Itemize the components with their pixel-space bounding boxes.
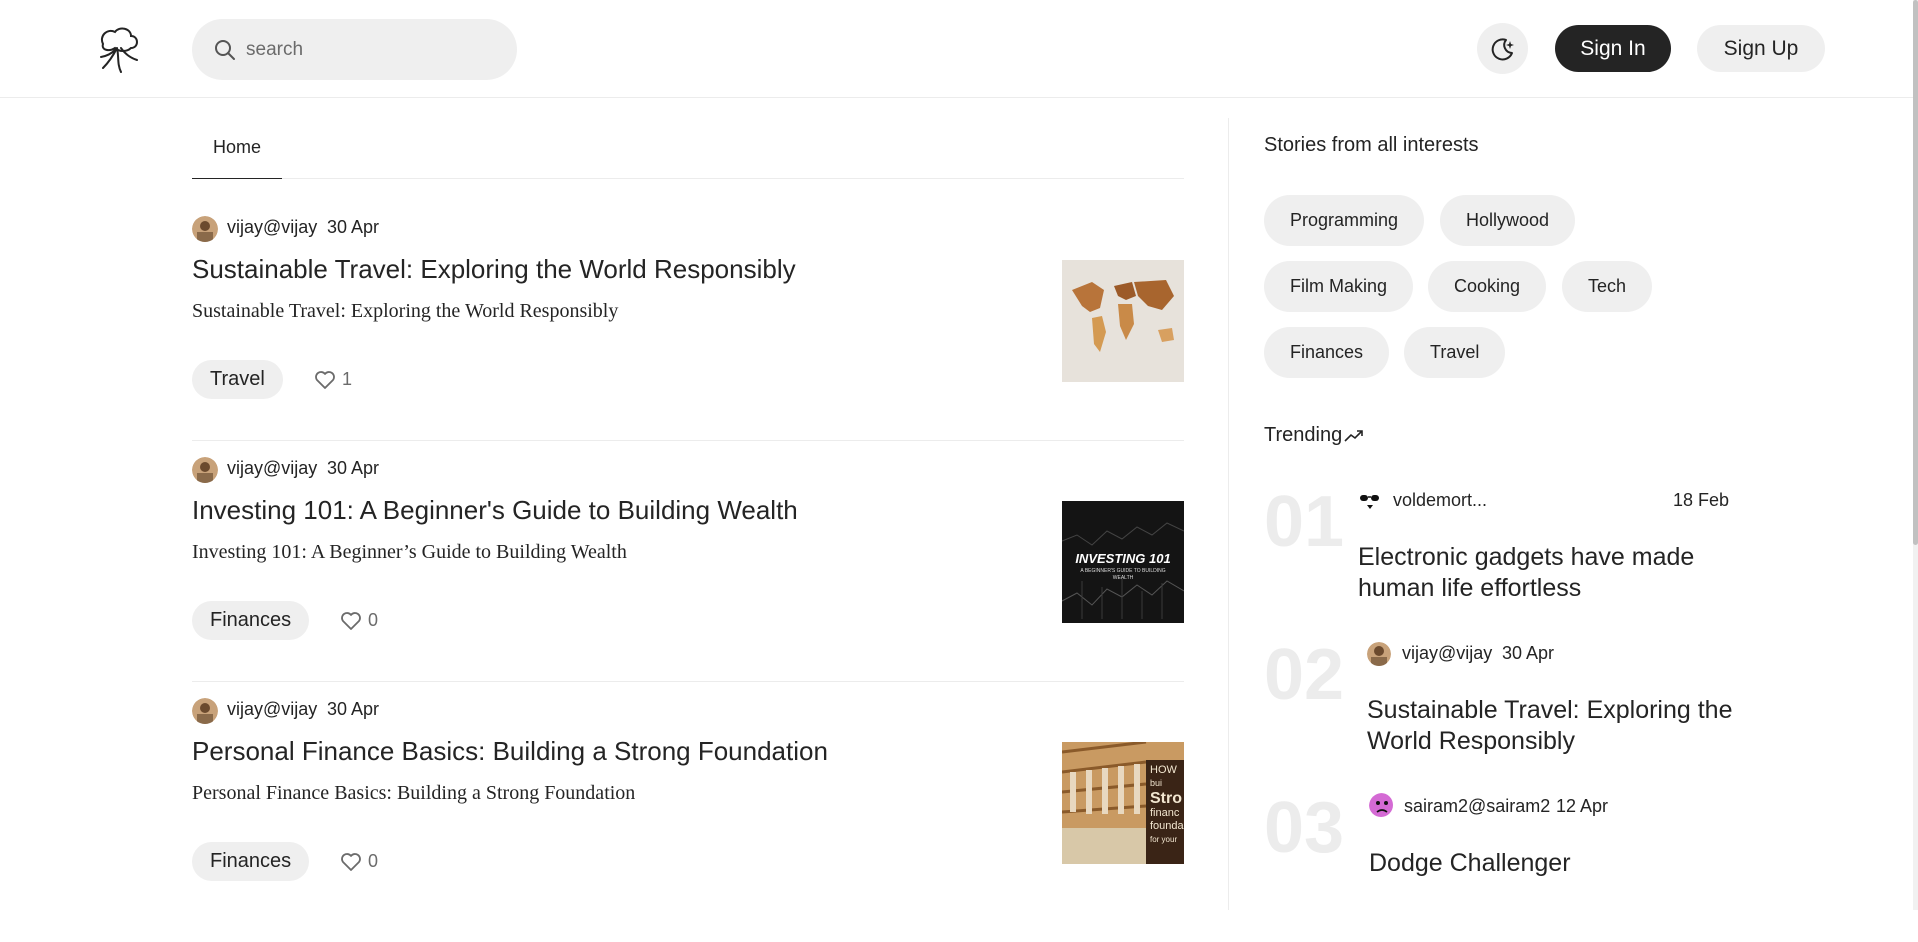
post-date: 30 Apr: [327, 217, 380, 237]
trending-author[interactable]: voldemort...: [1393, 490, 1487, 511]
trending-rank: 03: [1264, 788, 1345, 868]
interest-chip[interactable]: Film Making: [1264, 261, 1414, 312]
trending-author[interactable]: vijay@vijay: [1402, 643, 1492, 664]
post-tag[interactable]: Finances: [192, 601, 310, 640]
like-button[interactable]: 1: [314, 369, 352, 390]
heart-icon: [341, 611, 361, 630]
post-author[interactable]: vijay@vijay: [227, 217, 317, 238]
trending-date: 12 Apr: [1556, 796, 1609, 816]
trending-author[interactable]: sairam2@sairam2: [1404, 796, 1550, 817]
like-count: 0: [368, 851, 379, 871]
sidebar-divider: [1228, 118, 1229, 910]
like-count: 1: [342, 369, 353, 389]
world-map-image[interactable]: [1062, 260, 1184, 382]
top-header: Sign In Sign Up: [0, 0, 1918, 98]
thumb-subline: A BEGINNER'S GUIDE TO BUILDING WEALTH: [1080, 568, 1166, 581]
author-avatar: [192, 698, 218, 724]
like-button[interactable]: 0: [340, 610, 378, 631]
post-author[interactable]: vijay@vijay: [227, 699, 317, 720]
sign-in-button[interactable]: Sign In: [1555, 25, 1671, 72]
like-button[interactable]: 0: [340, 851, 378, 872]
interest-chip[interactable]: Programming: [1264, 195, 1425, 246]
trending-item[interactable]: 01 voldemort... 18 Feb Electronic gadget…: [1264, 486, 1734, 636]
theme-toggle-button[interactable]: [1477, 23, 1528, 74]
author-avatar: [192, 216, 218, 242]
search-input[interactable]: [244, 33, 498, 67]
author-avatar: [1369, 793, 1393, 817]
author-avatar: [1367, 642, 1391, 666]
interest-chip[interactable]: Cooking: [1428, 261, 1547, 312]
page-scrollbar[interactable]: [1913, 0, 1918, 910]
post-tag[interactable]: Finances: [192, 842, 310, 881]
trending-date: 18 Feb: [1673, 490, 1730, 510]
like-count: 0: [368, 610, 379, 630]
interest-chip[interactable]: Tech: [1562, 261, 1653, 312]
moon-icon: [1491, 38, 1514, 61]
search-box[interactable]: [192, 19, 517, 80]
trending-heading: Trending: [1264, 424, 1364, 447]
heart-icon: [315, 370, 335, 389]
investing-cover-image[interactable]: INVESTING 101 A BEGINNER'S GUIDE TO BUIL…: [1062, 501, 1184, 623]
trending-item[interactable]: 03 sairam2@sairam2 12 Apr Dodge Challeng…: [1264, 792, 1734, 942]
trending-rank: 01: [1264, 482, 1345, 562]
post-tag[interactable]: Travel: [192, 360, 283, 399]
interest-chip[interactable]: Finances: [1264, 327, 1390, 378]
post-date: 30 Apr: [327, 458, 380, 478]
thumb-line: for your: [1150, 835, 1178, 844]
post-title[interactable]: Sustainable Travel: Exploring the World …: [192, 254, 796, 285]
finance-foundation-image[interactable]: HOW bui Stro financ founda for your: [1062, 742, 1184, 864]
post-excerpt: Investing 101: A Beginner’s Guide to Bui…: [192, 541, 627, 563]
thumb-headline: INVESTING 101: [1075, 551, 1171, 566]
sidebar-title: Stories from all interests: [1264, 134, 1479, 156]
trending-title[interactable]: Sustainable Travel: Exploring the World …: [1367, 695, 1747, 757]
trending-icon: [1344, 429, 1364, 442]
author-avatar: [1358, 489, 1382, 513]
post-excerpt: Sustainable Travel: Exploring the World …: [192, 300, 619, 322]
post-card[interactable]: vijay@vijay 30 Apr Sustainable Travel: E…: [192, 200, 1184, 441]
post-card[interactable]: vijay@vijay 30 Apr Personal Finance Basi…: [192, 682, 1184, 923]
sign-up-button[interactable]: Sign Up: [1697, 25, 1825, 72]
post-title[interactable]: Personal Finance Basics: Building a Stro…: [192, 736, 828, 767]
post-card[interactable]: vijay@vijay 30 Apr Investing 101: A Begi…: [192, 441, 1184, 682]
feed-tabs: Home: [192, 128, 1184, 179]
thumb-line: HOW: [1150, 764, 1177, 776]
interest-chip[interactable]: Hollywood: [1440, 195, 1576, 246]
trending-title[interactable]: Electronic gadgets have made human life …: [1358, 542, 1738, 604]
tab-home[interactable]: Home: [192, 128, 282, 179]
trending-title[interactable]: Dodge Challenger: [1369, 848, 1749, 879]
thumb-text: HOW bui Stro financ founda for your: [1150, 764, 1184, 846]
trending-date: 30 Apr: [1502, 643, 1555, 663]
interest-chip[interactable]: Travel: [1404, 327, 1506, 378]
logo-icon[interactable]: [93, 24, 143, 74]
thumb-line: financ: [1150, 807, 1180, 819]
post-title[interactable]: Investing 101: A Beginner's Guide to Bui…: [192, 495, 798, 526]
thumb-line: founda: [1150, 820, 1184, 832]
trending-item[interactable]: 02 vijay@vijay 30 Apr Sustainable Travel…: [1264, 639, 1734, 789]
trending-rank: 02: [1264, 635, 1345, 715]
trending-label: Trending: [1264, 424, 1343, 446]
post-excerpt: Personal Finance Basics: Building a Stro…: [192, 782, 636, 804]
thumb-line: Stro: [1150, 790, 1182, 807]
heart-icon: [341, 852, 361, 871]
search-icon: [215, 40, 235, 60]
post-date: 30 Apr: [327, 699, 380, 719]
scrollbar-thumb[interactable]: [1913, 0, 1918, 545]
post-author[interactable]: vijay@vijay: [227, 458, 317, 479]
author-avatar: [192, 457, 218, 483]
thumb-line: bui: [1150, 778, 1163, 788]
